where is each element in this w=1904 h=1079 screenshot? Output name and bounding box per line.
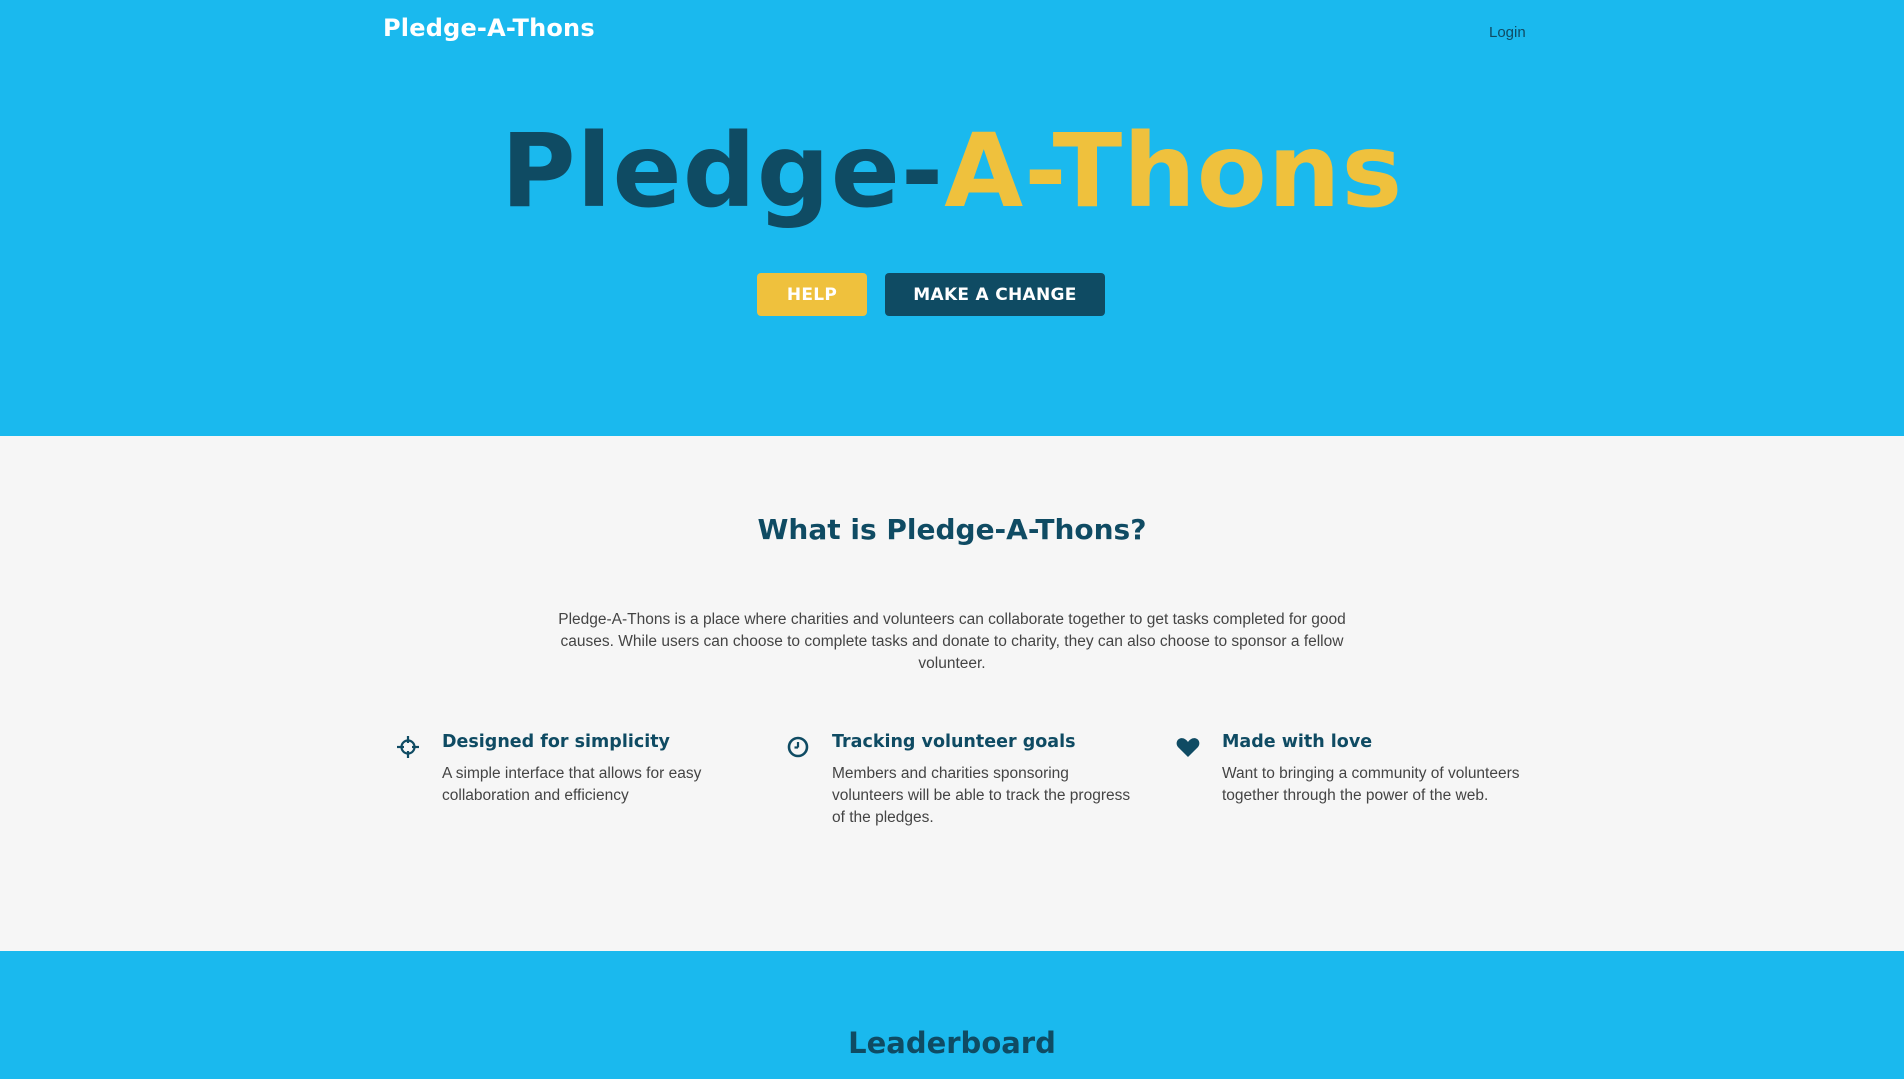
hero-title-part2: A-Thons [944, 112, 1404, 231]
make-a-change-button[interactable]: MAKE A CHANGE [885, 273, 1105, 316]
brand-logo-link[interactable]: Pledge-A-Thons [383, 14, 595, 42]
feature-text: Want to bringing a community of voluntee… [1222, 765, 1520, 804]
hero-title: Pledge-A-Thons [0, 112, 1904, 232]
about-section: What is Pledge-A-Thons? Pledge-A-Thons i… [0, 436, 1904, 951]
hero-title-part1: Pledge- [500, 112, 945, 231]
feature-title: Made with love [1222, 732, 1373, 752]
leaderboard-section: Leaderboard [0, 951, 1904, 1079]
help-button[interactable]: HELP [757, 273, 867, 316]
login-link[interactable]: Login [1489, 24, 1526, 41]
hero-section: Pledge-A-Thons Login Pledge-A-Thons HELP… [0, 0, 1904, 436]
leaderboard-title: Leaderboard [848, 1026, 1056, 1060]
crosshair-icon [395, 734, 421, 760]
feature-title: Designed for simplicity [442, 732, 670, 752]
feature-title: Tracking volunteer goals [832, 732, 1076, 752]
about-title: What is Pledge-A-Thons? [757, 513, 1147, 546]
about-description: Pledge-A-Thons is a place where charitie… [558, 611, 1346, 672]
feature-text: A simple interface that allows for easy … [442, 765, 702, 804]
heart-icon [1175, 734, 1201, 760]
hero-buttons: HELP MAKE A CHANGE [0, 273, 1904, 316]
clock-icon [785, 734, 811, 760]
feature-text: Members and charities sponsoring volunte… [832, 765, 1131, 826]
